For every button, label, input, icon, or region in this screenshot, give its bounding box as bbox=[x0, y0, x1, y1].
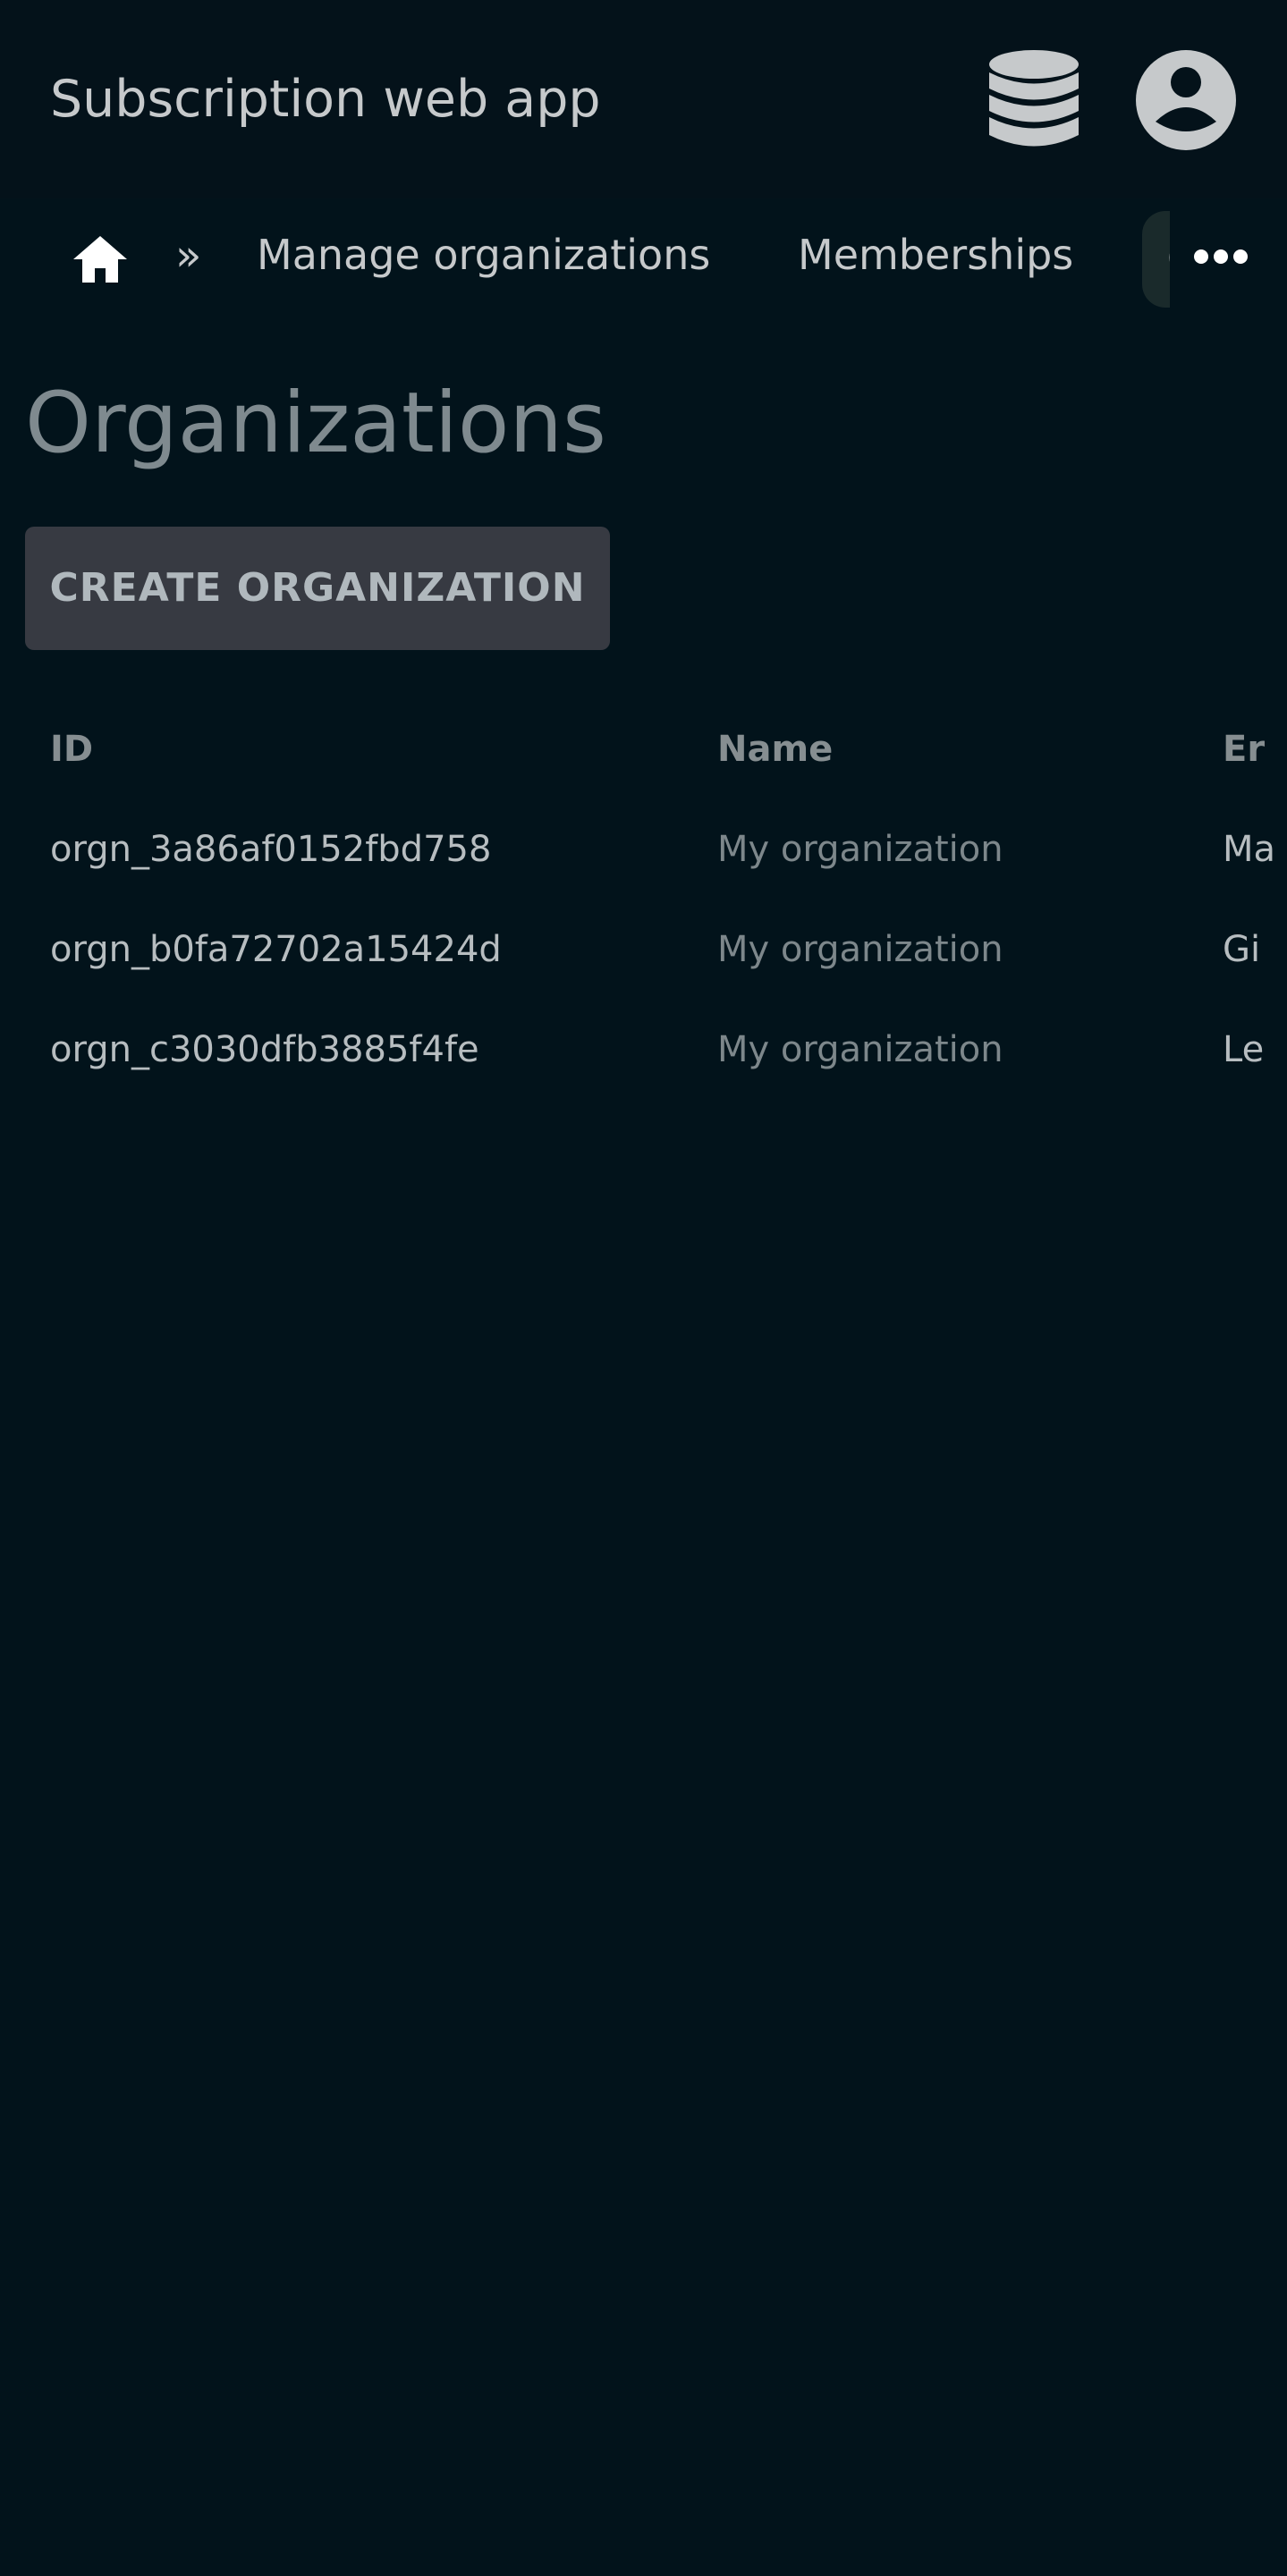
breadcrumb-memberships[interactable]: Memberships bbox=[798, 229, 1073, 281]
row-id: orgn_3a86af0152fbd758 bbox=[50, 829, 492, 870]
app-bar: Subscription web app bbox=[0, 0, 1287, 198]
database-icon[interactable] bbox=[987, 48, 1080, 152]
row-name: My organization bbox=[717, 929, 1003, 970]
active-tab-background: O bbox=[1142, 211, 1170, 308]
home-icon[interactable] bbox=[72, 234, 129, 284]
table-row[interactable]: orgn_b0fa72702a15424d My organization Gi bbox=[0, 899, 1287, 1000]
page-title: Organizations bbox=[25, 375, 606, 472]
row-name: My organization bbox=[717, 1029, 1003, 1070]
breadcrumb-active-label: O bbox=[1167, 232, 1170, 284]
column-header-name[interactable]: Name bbox=[717, 726, 833, 773]
column-header-email[interactable]: Er bbox=[1223, 726, 1265, 773]
more-horizontal-icon[interactable] bbox=[1193, 243, 1249, 270]
table-row[interactable]: orgn_c3030dfb3885f4fe My organization Le bbox=[0, 1000, 1287, 1100]
breadcrumb-active-tab[interactable]: O bbox=[1142, 211, 1170, 308]
table-row[interactable]: orgn_3a86af0152fbd758 My organization Ma bbox=[0, 799, 1287, 899]
create-organization-button[interactable]: CREATE ORGANIZATION bbox=[25, 527, 610, 650]
breadcrumb: » Manage organizations Memberships O bbox=[0, 207, 1287, 308]
account-circle-icon[interactable] bbox=[1134, 48, 1238, 152]
row-email: Ma bbox=[1223, 829, 1276, 870]
row-id: orgn_c3030dfb3885f4fe bbox=[50, 1029, 479, 1070]
breadcrumb-separator: » bbox=[175, 231, 202, 281]
organizations-table: ID Name Er orgn_3a86af0152fbd758 My orga… bbox=[0, 697, 1287, 1109]
page: Subscription web app » Manage organizati… bbox=[0, 0, 1287, 2576]
row-email: Le bbox=[1223, 1029, 1265, 1070]
column-header-id[interactable]: ID bbox=[50, 726, 93, 773]
row-id: orgn_b0fa72702a15424d bbox=[50, 929, 502, 970]
row-name: My organization bbox=[717, 829, 1003, 870]
app-title: Subscription web app bbox=[50, 70, 601, 129]
row-email: Gi bbox=[1223, 929, 1261, 970]
breadcrumb-manage-organizations[interactable]: Manage organizations bbox=[257, 229, 710, 281]
